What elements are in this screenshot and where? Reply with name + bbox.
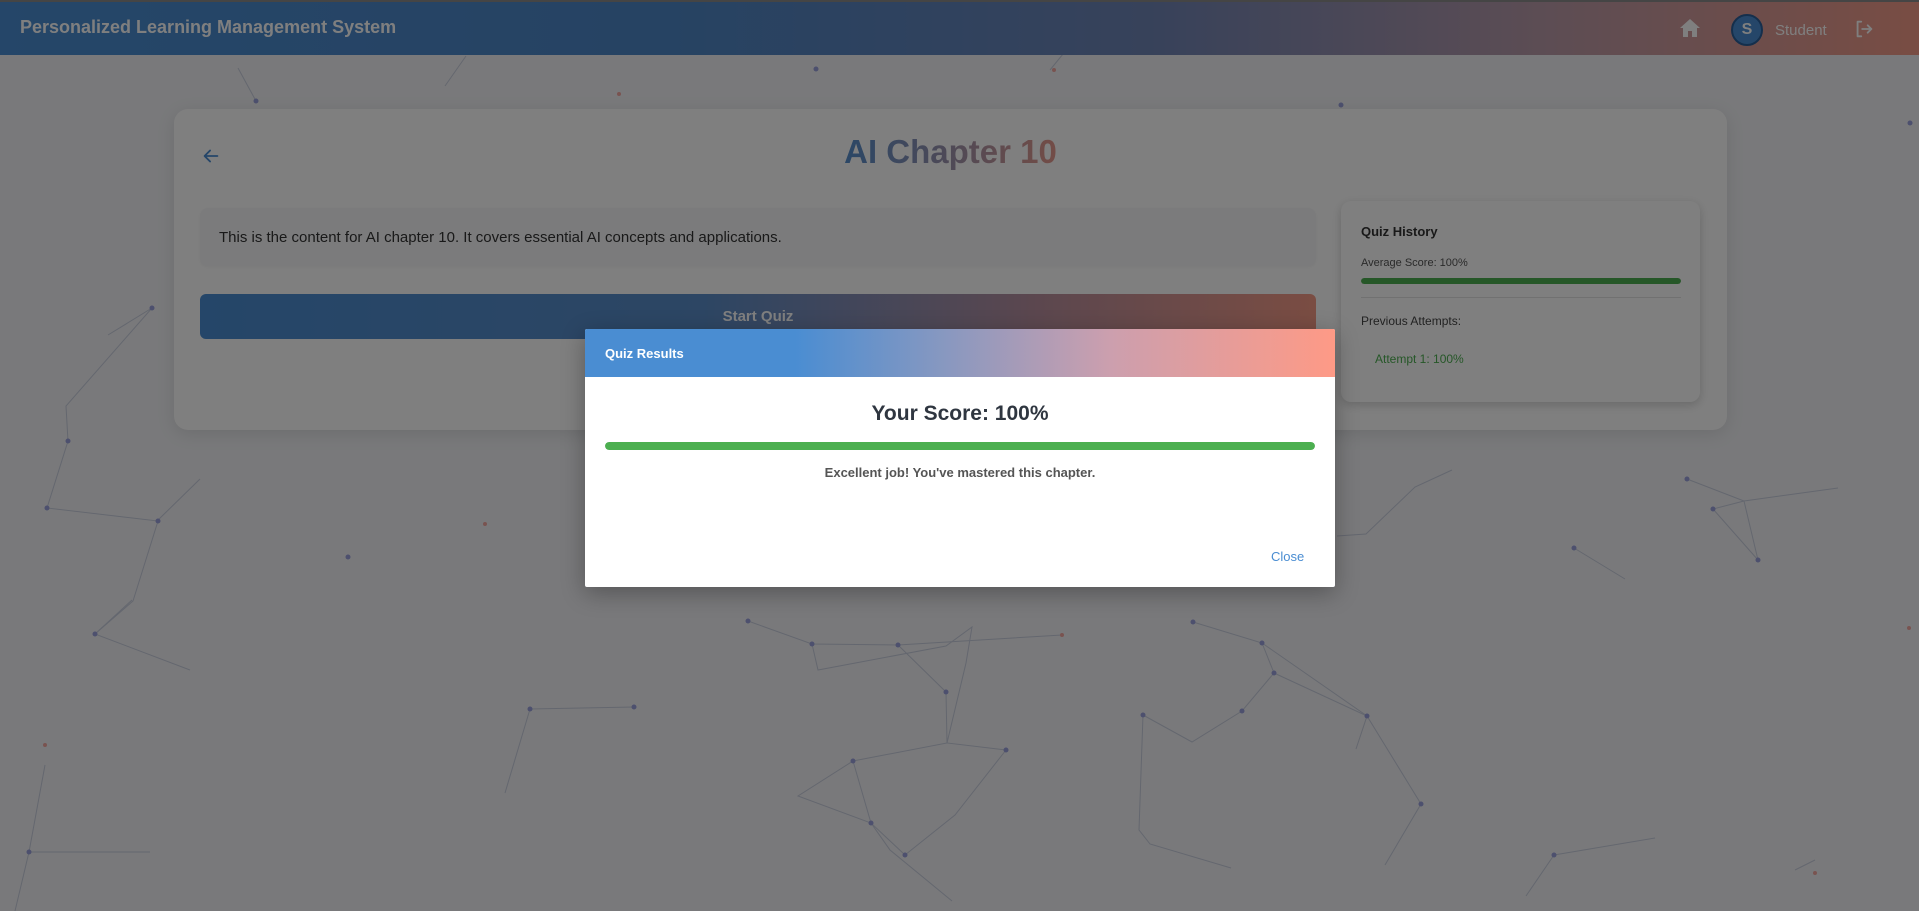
score-message: Excellent job! You've mastered this chap… [824,465,1096,480]
modal-header: Quiz Results [585,329,1335,377]
quiz-results-modal: Quiz Results Your Score: 100% Excellent … [585,329,1335,587]
modal-title: Quiz Results [605,346,684,361]
close-button[interactable]: Close [1271,549,1304,564]
score-progress-fill [605,442,1315,450]
score-heading: Your Score: 100% [871,402,1049,425]
score-progress-bar [605,442,1315,450]
